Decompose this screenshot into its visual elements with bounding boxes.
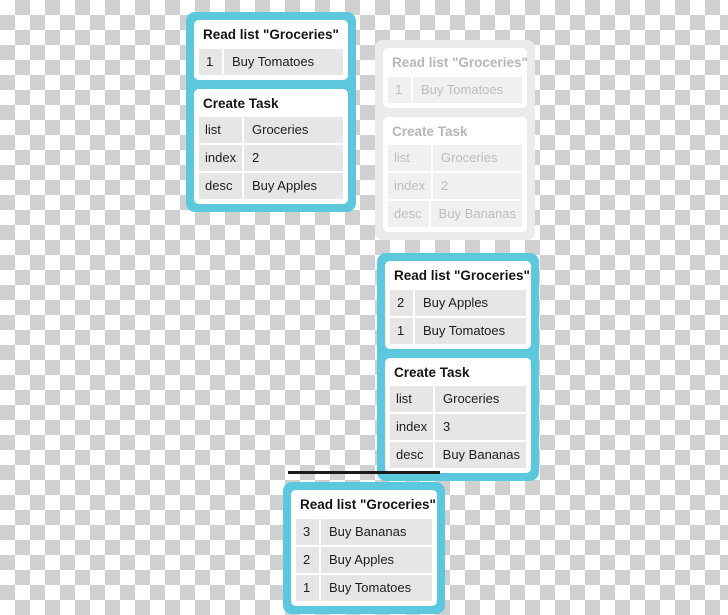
list-item[interactable]: 3 Buy Bananas	[296, 518, 432, 547]
card-group-after[interactable]: Read list "Groceries" 2 Buy Apples 1 Buy Tom…	[377, 253, 539, 482]
row-field-name: list	[199, 117, 244, 144]
row-field-value: Groceries	[441, 150, 498, 166]
card-title: Create Task	[383, 116, 527, 146]
row-field-name: desc	[199, 173, 244, 200]
row-index: 1	[296, 574, 321, 601]
row-field-value: Buy Bananas	[442, 447, 520, 463]
row-text: Buy Tomatoes	[232, 53, 315, 69]
card[interactable]: Read list "Groceries" 2 Buy Apples 1 Buy Tom…	[385, 261, 531, 349]
table-row[interactable]: desc Buy Bananas	[390, 442, 526, 469]
card[interactable]: Read list "Groceries" 1 Buy Tomatoes	[194, 20, 348, 80]
row-field-name: desc	[390, 442, 435, 469]
card-title: Read list "Groceries"	[194, 20, 348, 49]
card[interactable]: Create Task list Groceries index 2 desc Buy Ap…	[194, 88, 348, 205]
card[interactable]: Read list "Groceries" 1 Buy Tomatoes	[383, 48, 527, 108]
table-row[interactable]: index 3	[390, 414, 526, 443]
table-row[interactable]: desc Buy Bananas	[388, 201, 522, 228]
row-field-name: desc	[388, 201, 431, 228]
row-text: Buy Tomatoes	[423, 322, 506, 338]
row-field-value: 3	[443, 419, 451, 435]
row-index: 2	[390, 289, 415, 316]
list-item[interactable]: 1 Buy Tomatoes	[296, 574, 432, 601]
row-field-value: 2	[441, 178, 449, 194]
row-text: Buy Bananas	[329, 523, 407, 539]
row-field-value: Buy Apples	[252, 178, 318, 194]
card-rows: list Groceries index 2 desc Buy Bananas	[383, 145, 527, 228]
table-row[interactable]: index 2	[388, 173, 522, 202]
card-rows: 1 Buy Tomatoes	[194, 48, 348, 75]
card-rows: list Groceries index 2 desc Buy Apples	[194, 117, 348, 200]
card-group-final[interactable]: Read list "Groceries" 3 Buy Bananas 2 Buy Ap…	[283, 482, 445, 614]
row-field-name: index	[199, 145, 244, 172]
list-item[interactable]: 2 Buy Apples	[390, 289, 526, 318]
table-row[interactable]: desc Buy Apples	[199, 173, 343, 200]
diagram-canvas: Read list "Groceries" 1 Buy Tomatoes Create…	[0, 0, 728, 615]
table-row[interactable]: list Groceries	[388, 145, 522, 174]
card-title: Read list "Groceries"	[385, 261, 531, 290]
row-index: 2	[296, 546, 321, 573]
row-text: Buy Apples	[329, 551, 395, 567]
card[interactable]: Read list "Groceries" 3 Buy Bananas 2 Buy Ap…	[291, 490, 437, 606]
card-rows: 1 Buy Tomatoes	[383, 76, 527, 103]
card-title: Read list "Groceries"	[383, 48, 527, 77]
row-field-value: Buy Bananas	[438, 206, 516, 222]
card-rows: list Groceries index 3 desc Buy Bananas	[385, 386, 531, 469]
row-index: 1	[388, 76, 413, 103]
card-title: Create Task	[385, 357, 531, 387]
card[interactable]: Create Task list Groceries index 3 desc Buy Ba…	[385, 357, 531, 474]
arrow-line	[288, 471, 440, 474]
row-index: 1	[199, 48, 224, 75]
row-text: Buy Tomatoes	[329, 579, 412, 595]
row-field-name: index	[388, 173, 433, 200]
list-item[interactable]: 1 Buy Tomatoes	[199, 48, 343, 75]
card[interactable]: Create Task list Groceries index 2 desc Buy Ba…	[383, 116, 527, 233]
row-field-value: Groceries	[443, 391, 500, 407]
row-field-value: Groceries	[252, 122, 309, 138]
card-rows: 3 Buy Bananas 2 Buy Apples 1 Buy Tomatoes	[291, 518, 437, 601]
card-group-ghost[interactable]: Read list "Groceries" 1 Buy Tomatoes Create…	[375, 40, 535, 241]
list-item[interactable]: 1 Buy Tomatoes	[388, 76, 522, 103]
list-item[interactable]: 2 Buy Apples	[296, 546, 432, 575]
card-title: Create Task	[194, 88, 348, 118]
row-field-value: 2	[252, 150, 260, 166]
card-title: Read list "Groceries"	[291, 490, 437, 519]
table-row[interactable]: index 2	[199, 145, 343, 174]
table-row[interactable]: list Groceries	[199, 117, 343, 146]
card-group-initial[interactable]: Read list "Groceries" 1 Buy Tomatoes Create…	[186, 12, 356, 213]
row-field-name: index	[390, 414, 435, 441]
row-index: 3	[296, 518, 321, 545]
list-item[interactable]: 1 Buy Tomatoes	[390, 317, 526, 344]
table-row[interactable]: list Groceries	[390, 386, 526, 415]
row-field-name: list	[388, 145, 433, 172]
row-text: Buy Tomatoes	[421, 81, 504, 97]
row-text: Buy Apples	[423, 294, 489, 310]
card-rows: 2 Buy Apples 1 Buy Tomatoes	[385, 289, 531, 344]
row-index: 1	[390, 317, 415, 344]
row-field-name: list	[390, 386, 435, 413]
